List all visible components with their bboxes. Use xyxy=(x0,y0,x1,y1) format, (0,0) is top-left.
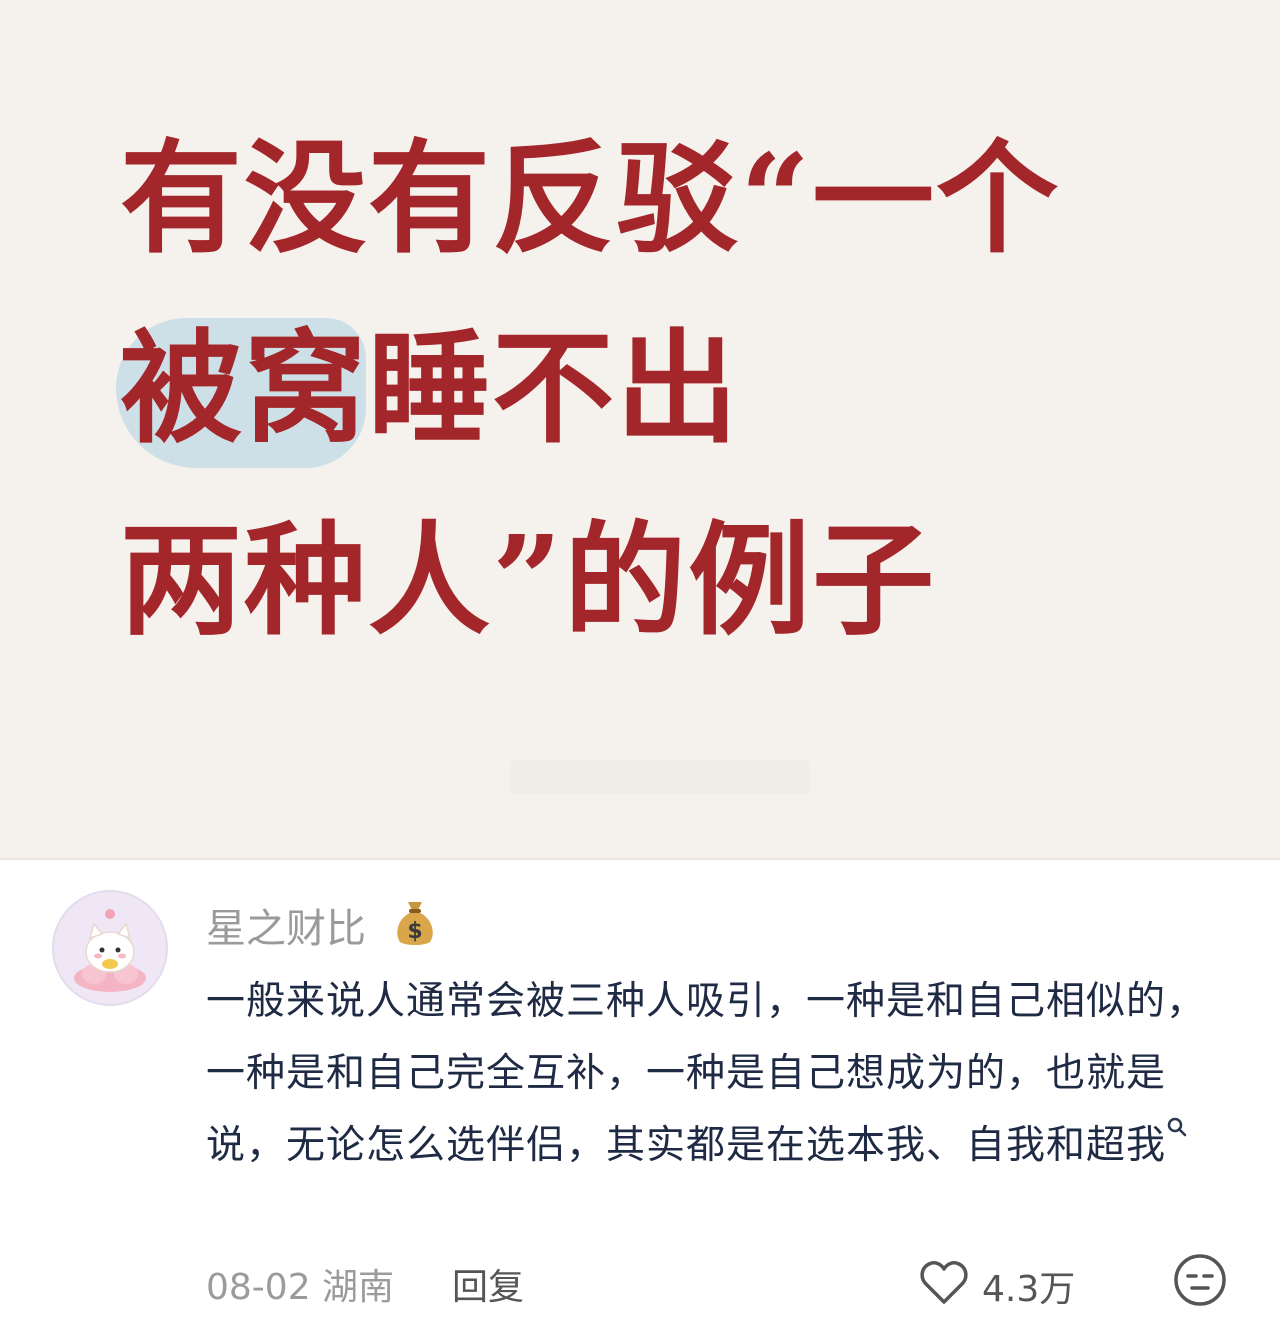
like-count: 4.3万 xyxy=(982,1269,1076,1310)
money-bag-icon: $ xyxy=(397,902,433,945)
emoji-reaction-icon[interactable] xyxy=(1172,1252,1228,1308)
comment-text: 一般来说人通常会被三种人吸引，一种是和自己相似的，一种是和自己完全互补，一种是自… xyxy=(206,979,1207,1168)
post-cover-image: 有没有反驳“一个 被窝睡不出 两种人”的例子 xyxy=(0,0,1280,858)
svg-text:$: $ xyxy=(407,919,422,944)
comment-date-location: 08-02 湖南 xyxy=(206,1267,395,1308)
comment-username[interactable]: 星之财比 xyxy=(206,896,366,954)
comment-body: 一般来说人通常会被三种人吸引，一种是和自己相似的，一种是和自己完全互补，一种是自… xyxy=(206,966,1236,1182)
heart-icon[interactable] xyxy=(918,1258,970,1306)
divider xyxy=(0,858,1280,860)
avatar[interactable] xyxy=(52,890,168,1006)
post-title-line-2: 被窝睡不出 xyxy=(120,316,740,460)
post-title-line-1: 有没有反驳“一个 xyxy=(120,126,1061,270)
faint-watermark-bar xyxy=(510,760,810,794)
avatar-cat-icon xyxy=(54,892,166,1004)
reply-button[interactable]: 回复 xyxy=(452,1258,524,1310)
post-title-line-3: 两种人”的例子 xyxy=(120,508,937,652)
search-icon[interactable] xyxy=(1166,1116,1188,1142)
